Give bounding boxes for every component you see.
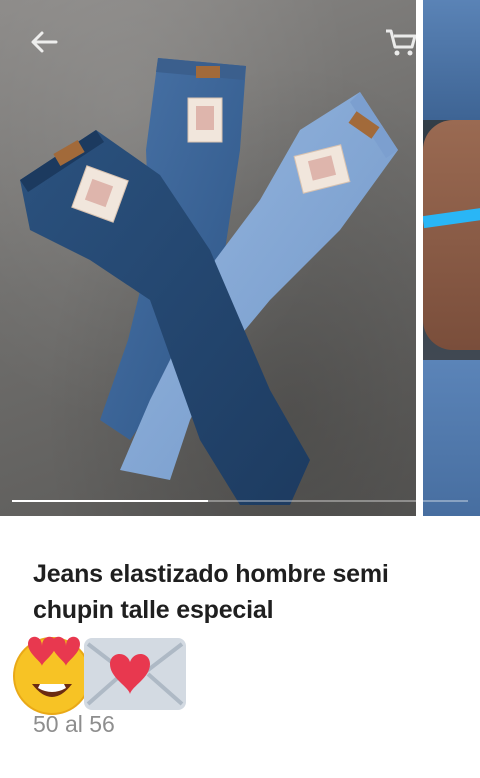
next-product-photo[interactable]	[423, 0, 480, 516]
back-arrow-icon[interactable]	[28, 28, 60, 56]
product-image-carousel[interactable]	[0, 0, 480, 516]
product-photo[interactable]	[0, 0, 418, 516]
carousel-progress-fill	[12, 500, 209, 502]
size-range-text: 50 al 56	[33, 711, 115, 737]
jeans-illustration	[20, 58, 398, 505]
carousel-progress-track	[12, 500, 468, 502]
shopping-cart-icon[interactable]	[384, 28, 418, 58]
product-title: Jeans elastizado hombre semi chupin tall…	[33, 560, 389, 624]
love-letter-emoji-icon	[84, 638, 186, 710]
